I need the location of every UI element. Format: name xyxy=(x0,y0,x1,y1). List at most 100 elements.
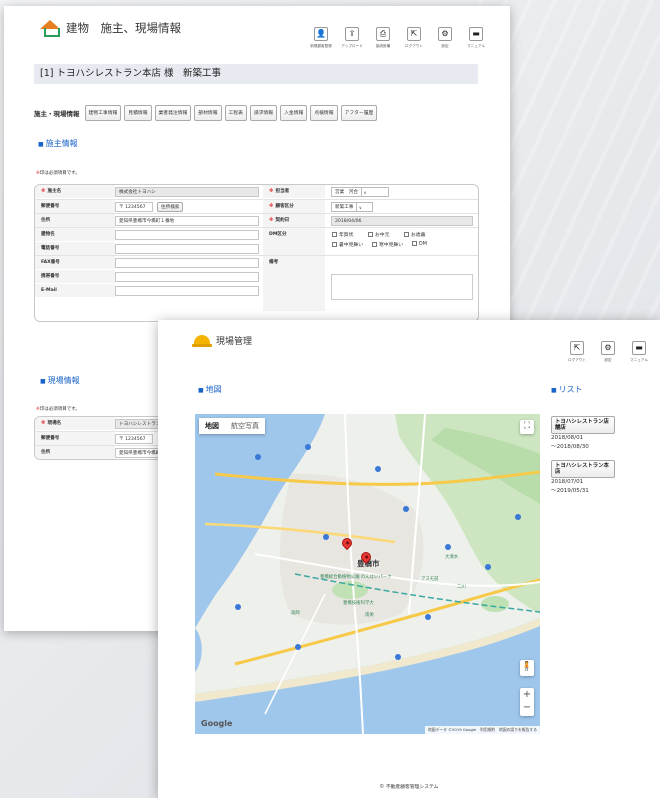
site-management-window: 現場管理 ⇱ ログアウト ⚙ 設定 ▬ マニュアル 地図 リスト xyxy=(158,320,660,798)
app-logo: 建物 施主、現場情報 xyxy=(40,20,181,37)
google-logo: Google xyxy=(201,719,233,728)
helmet-icon xyxy=(192,334,212,347)
map-view[interactable]: 地図 航空写真 ⛶ 🧍 + − 豊橋市 豊橋総合動植物公園 のんほいパーク アスモ前… xyxy=(195,414,540,734)
postal-field[interactable]: 〒 1234567 xyxy=(115,202,153,212)
address-field[interactable]: 愛知県豊橋市今橋町１番地 xyxy=(115,216,259,226)
map-section-title: 地図 xyxy=(198,384,222,395)
form-row: 施主名 株式会社トヨハシ 担当者 営業 河合∨ xyxy=(35,185,478,199)
tab-2[interactable]: 業者発注情報 xyxy=(154,105,192,121)
street-view-icon[interactable]: 🧍 xyxy=(520,660,534,676)
gear-icon: ⚙ xyxy=(601,341,615,355)
footer-copyright: © 不動産顧客管理システム xyxy=(379,785,439,790)
toolbar-label: マニュアル xyxy=(467,43,485,48)
phone-label: 電話番号 xyxy=(35,242,115,255)
required-note: ※印は必須項目です。 xyxy=(36,171,80,176)
fullscreen-icon[interactable]: ⛶ xyxy=(520,420,534,434)
manual-button[interactable]: ▬ マニュアル xyxy=(463,27,489,48)
zoom-out-icon[interactable]: − xyxy=(520,701,534,714)
tab-map[interactable]: 地図 xyxy=(199,418,225,434)
toolbar-label: マニュアル xyxy=(630,357,648,362)
print-button[interactable]: ⎙ 接続設備 xyxy=(370,27,396,48)
gear-icon: ⚙ xyxy=(438,27,452,41)
project-title-bar: [1] トヨハシレストラン本店 様 新築工事 xyxy=(34,64,478,84)
dm-checkbox[interactable]: お中元 xyxy=(368,231,389,238)
address-search-button[interactable]: 住所検索 xyxy=(157,202,184,212)
site-postal-field[interactable]: 〒 1234567 xyxy=(115,434,153,444)
site-name-label: 現場名 xyxy=(35,417,115,430)
required-note: ※印は必須項目です。 xyxy=(36,407,80,412)
owner-section-title: 施主情報 xyxy=(38,138,78,149)
phone-field[interactable] xyxy=(115,244,259,254)
logout-icon: ⇱ xyxy=(570,341,584,355)
print-icon: ⎙ xyxy=(376,27,390,41)
toolbar-label: ログアウト xyxy=(568,357,586,362)
gear-button[interactable]: ⚙ 設定 xyxy=(432,27,458,48)
dm-checkbox[interactable]: 寒中見舞い xyxy=(372,241,403,248)
tab-0[interactable]: 建物工事情報 xyxy=(84,105,122,121)
checkbox-icon xyxy=(404,232,409,237)
dm-checkbox[interactable]: 年賀状 xyxy=(332,231,353,238)
list-section-title: リスト xyxy=(551,384,583,395)
site-section-title: 現場情報 xyxy=(40,375,80,386)
upload-button[interactable]: ⇪ アップロード xyxy=(339,27,365,48)
window-header: 建物 施主、現場情報 👤 新規顧客登録 ⇪ アップロード ⎙ 接続設備 ⇱ ログアウト ⚙ 設定 ▬… xyxy=(4,6,510,61)
tab-6[interactable]: 入金情報 xyxy=(280,105,308,121)
site-list-item-button[interactable]: トヨハシレストラン店舗店 xyxy=(551,416,615,434)
tab-7[interactable]: 点検情報 xyxy=(310,105,338,121)
upload-icon: ⇪ xyxy=(345,27,359,41)
building-name-field[interactable] xyxy=(115,230,259,240)
tab-current[interactable]: 施主・現場情報 xyxy=(34,108,80,118)
chevron-down-icon: ∨ xyxy=(356,203,363,211)
checkbox-icon xyxy=(332,232,337,237)
dm-checkbox[interactable]: お歳暮 xyxy=(404,231,425,238)
fax-field[interactable] xyxy=(115,258,259,268)
toolbar-label: 接続設備 xyxy=(375,43,391,48)
contract-date-label: 契約日 xyxy=(263,214,325,227)
tab-4[interactable]: 工程表 xyxy=(224,105,247,121)
map-attribution[interactable]: 地図データ ©2019 Google 利用規約 地図の誤りを報告する xyxy=(425,726,540,734)
map-place-label: 高師 xyxy=(291,611,300,616)
page-title: 建物 施主、現場情報 xyxy=(66,21,181,35)
toolbar-label: 新規顧客登録 xyxy=(310,43,332,48)
mobile-label: 携帯番号 xyxy=(35,270,115,283)
form-row: 郵便番号 〒 1234567 住所検索 顧客区分 新築工事∨ xyxy=(35,199,478,213)
header-toolbar: 👤 新規顧客登録 ⇪ アップロード ⎙ 接続設備 ⇱ ログアウト ⚙ 設定 ▬ マニュアル xyxy=(308,27,489,48)
checkbox-icon xyxy=(412,241,417,246)
mobile-field[interactable] xyxy=(115,272,259,282)
tab-3[interactable]: 部材情報 xyxy=(194,105,222,121)
staff-select[interactable]: 営業 河合 ∨ xyxy=(331,187,389,197)
zoom-in-icon[interactable]: + xyxy=(520,688,534,701)
map-place-label: 南栄 xyxy=(365,613,374,618)
note-textarea[interactable] xyxy=(331,274,473,300)
tab-satellite[interactable]: 航空写真 xyxy=(225,418,265,434)
map-place-label: 豊橋総合動植物公園 のんほいパーク xyxy=(320,575,392,580)
map-place-label: 豊橋技術科学大 xyxy=(343,601,374,606)
tab-1[interactable]: 見積情報 xyxy=(124,105,152,121)
chevron-down-icon: ∨ xyxy=(360,188,368,196)
toolbar-label: 設定 xyxy=(604,357,612,362)
gear-button[interactable]: ⚙ 設定 xyxy=(595,341,621,362)
toolbar-label: 設定 xyxy=(441,43,449,48)
owner-name-field[interactable]: 株式会社トヨハシ xyxy=(115,187,259,197)
dm-checkbox[interactable]: DM xyxy=(412,241,427,247)
logout-button[interactable]: ⇱ ログアウト xyxy=(401,27,427,48)
postal-label: 郵便番号 xyxy=(35,200,115,213)
map-place-label: アスモ前 xyxy=(421,577,439,582)
owner-form: 施主名 株式会社トヨハシ 担当者 営業 河合∨ 郵便番号 〒 1234567 住… xyxy=(34,184,479,322)
map-place-label: 二川 xyxy=(457,585,466,590)
form-row: 住所 愛知県豊橋市今橋町１番地 契約日 2018/04/06 xyxy=(35,213,478,227)
customer-type-select[interactable]: 新築工事 ∨ xyxy=(331,202,373,212)
manual-button[interactable]: ▬ マニュアル xyxy=(626,341,652,362)
tab-8[interactable]: アフター履歴 xyxy=(340,105,378,121)
page-title: 現場管理 xyxy=(216,337,253,347)
tab-5[interactable]: 請求情報 xyxy=(249,105,278,121)
manual-icon: ▬ xyxy=(632,341,646,355)
person-button[interactable]: 👤 新規顧客登録 xyxy=(308,27,334,48)
contract-date-field[interactable]: 2018/04/06 xyxy=(331,216,473,226)
logout-button[interactable]: ⇱ ログアウト xyxy=(564,341,590,362)
owner-name-label: 施主名 xyxy=(35,185,115,198)
email-label: E-Mail xyxy=(35,284,115,297)
site-list-item-button[interactable]: トヨハシレストラン本店 xyxy=(551,460,615,478)
dm-checkbox[interactable]: 暑中見舞い xyxy=(332,241,363,248)
email-field[interactable] xyxy=(115,286,259,296)
